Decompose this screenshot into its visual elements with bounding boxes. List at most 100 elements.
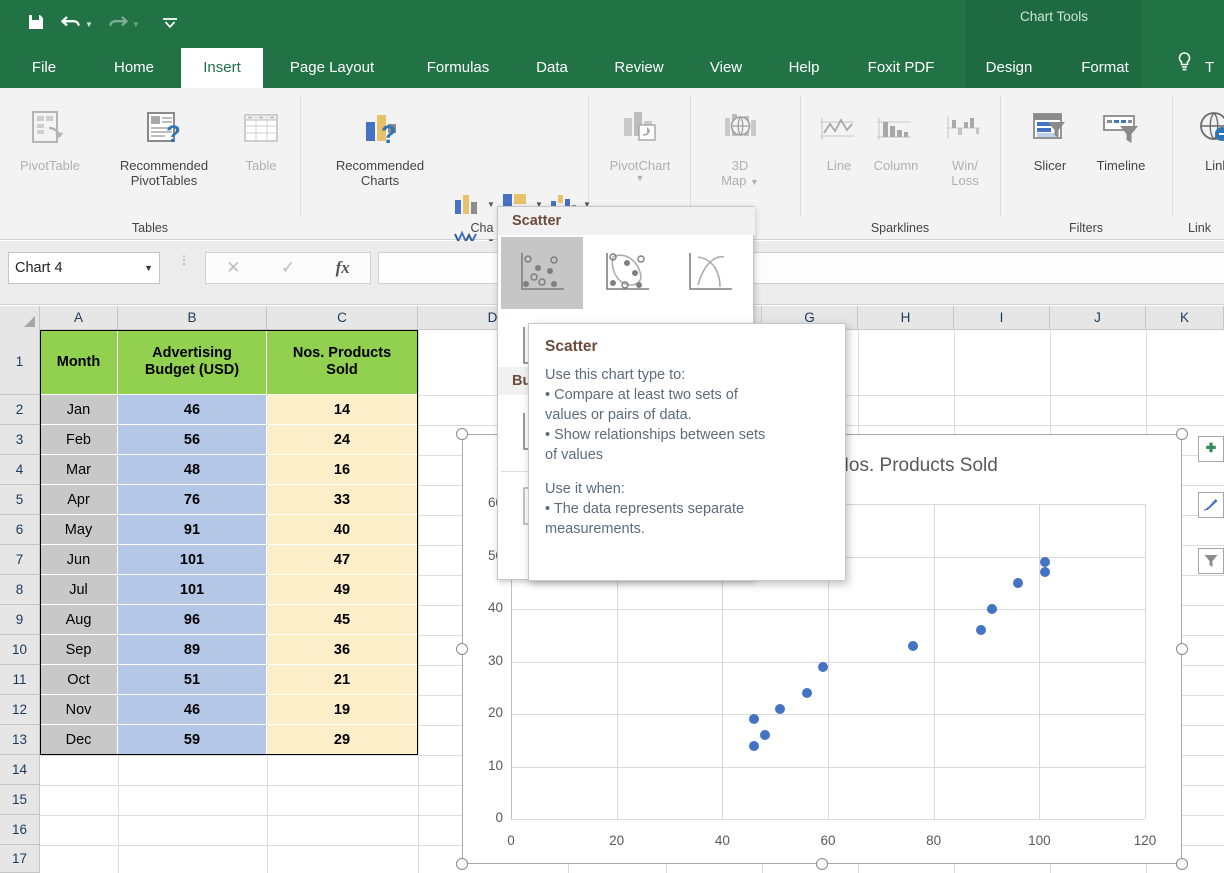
recommended-pivottables-button[interactable]: ? RecommendedPivotTables	[98, 100, 230, 188]
cell-C13[interactable]: 29	[267, 725, 417, 754]
chart-resize-handle[interactable]	[456, 428, 468, 440]
cell-A12[interactable]: Nov	[40, 695, 117, 724]
row-header-12[interactable]: 12	[0, 695, 40, 725]
timeline-button[interactable]: Timeline	[1082, 100, 1160, 173]
tell-me-lightbulb-icon[interactable]	[1176, 48, 1193, 88]
cell-A3[interactable]: Feb	[40, 425, 117, 454]
recommended-charts-button[interactable]: ? RecommendedCharts	[310, 100, 450, 188]
cell-header-B1[interactable]: AdvertisingBudget (USD)	[118, 330, 266, 394]
save-button[interactable]	[26, 12, 46, 36]
cell-B2[interactable]: 46	[118, 395, 266, 424]
chart-data-point[interactable]	[1040, 557, 1050, 567]
chart-resize-handle[interactable]	[816, 858, 828, 870]
gallery-item-scatter-smooth-lines[interactable]	[669, 237, 751, 309]
pivotchart-button[interactable]: PivotChart ▼	[592, 100, 688, 186]
row-header-7[interactable]: 7	[0, 545, 40, 575]
column-header-C[interactable]: C	[267, 306, 418, 330]
row-header-14[interactable]: 14	[0, 755, 40, 785]
row-header-16[interactable]: 16	[0, 815, 40, 845]
cell-A4[interactable]: Mar	[40, 455, 117, 484]
cell-B9[interactable]: 96	[118, 605, 266, 634]
chart-data-point[interactable]	[749, 714, 759, 724]
chart-data-point[interactable]	[976, 625, 986, 635]
cell-C12[interactable]: 19	[267, 695, 417, 724]
column-header-J[interactable]: J	[1050, 306, 1146, 330]
cell-A7[interactable]: Jun	[40, 545, 117, 574]
row-header-13[interactable]: 13	[0, 725, 40, 755]
cell-C5[interactable]: 33	[267, 485, 417, 514]
tab-page-layout[interactable]: Page Layout	[269, 48, 395, 88]
chart-filters-button[interactable]	[1198, 548, 1224, 574]
chart-elements-button[interactable]	[1198, 436, 1224, 462]
customize-quick-access-button[interactable]	[160, 15, 180, 34]
sparkline-winloss-button[interactable]: Win/Loss	[932, 100, 998, 188]
row-header-8[interactable]: 8	[0, 575, 40, 605]
cell-C10[interactable]: 36	[267, 635, 417, 664]
select-all-button[interactable]	[0, 306, 40, 330]
sparkline-column-button[interactable]: Column	[860, 100, 932, 173]
chart-resize-handle[interactable]	[1176, 858, 1188, 870]
row-header-2[interactable]: 2	[0, 395, 40, 425]
gallery-item-scatter-smooth-lines-markers[interactable]	[586, 237, 668, 309]
cell-B13[interactable]: 59	[118, 725, 266, 754]
pivotchart-caret[interactable]: ▼	[592, 171, 688, 186]
cell-B11[interactable]: 51	[118, 665, 266, 694]
cell-C2[interactable]: 14	[267, 395, 417, 424]
enter-formula-icon[interactable]: ✓	[281, 258, 295, 278]
tab-foxit-pdf[interactable]: Foxit PDF	[849, 48, 953, 88]
row-header-5[interactable]: 5	[0, 485, 40, 515]
chart-data-point[interactable]	[818, 662, 828, 672]
chart-data-point[interactable]	[1040, 567, 1050, 577]
tab-home[interactable]: Home	[96, 48, 172, 88]
cell-B3[interactable]: 56	[118, 425, 266, 454]
column-header-I[interactable]: I	[954, 306, 1050, 330]
chart-styles-button[interactable]	[1198, 492, 1224, 518]
tab-file[interactable]: File	[14, 48, 74, 88]
chart-data-point[interactable]	[749, 741, 759, 751]
chevron-down-icon[interactable]: ▼	[487, 200, 495, 209]
row-header-4[interactable]: 4	[0, 455, 40, 485]
cell-C3[interactable]: 24	[267, 425, 417, 454]
chart-data-point[interactable]	[775, 704, 785, 714]
cell-header-C1[interactable]: Nos. ProductsSold	[267, 330, 417, 394]
chart-resize-handle[interactable]	[1176, 428, 1188, 440]
column-chart-button[interactable]: ▼	[452, 191, 495, 217]
chart-data-point[interactable]	[802, 688, 812, 698]
cell-C9[interactable]: 45	[267, 605, 417, 634]
tab-help[interactable]: Help	[771, 48, 837, 88]
cell-B6[interactable]: 91	[118, 515, 266, 544]
chart-data-point[interactable]	[908, 641, 918, 651]
chevron-down-icon[interactable]: ▼	[144, 263, 153, 273]
name-box[interactable]: Chart 4 ▼	[8, 252, 160, 284]
tab-insert[interactable]: Insert	[181, 48, 263, 88]
cell-A2[interactable]: Jan	[40, 395, 117, 424]
undo-dropdown-caret[interactable]: ▼	[85, 20, 93, 29]
cell-A13[interactable]: Dec	[40, 725, 117, 754]
column-header-A[interactable]: A	[40, 306, 118, 330]
tab-formulas[interactable]: Formulas	[405, 48, 511, 88]
row-header-10[interactable]: 10	[0, 635, 40, 665]
column-header-B[interactable]: B	[118, 306, 267, 330]
tab-review[interactable]: Review	[596, 48, 682, 88]
chart-resize-handle[interactable]	[456, 643, 468, 655]
row-header-17[interactable]: 17	[0, 845, 40, 873]
row-header-3[interactable]: 3	[0, 425, 40, 455]
tab-design[interactable]: Design	[970, 48, 1048, 88]
chart-data-point[interactable]	[987, 604, 997, 614]
tab-view[interactable]: View	[695, 48, 757, 88]
cell-A10[interactable]: Sep	[40, 635, 117, 664]
cancel-formula-icon[interactable]: ✕	[226, 258, 240, 278]
cell-B8[interactable]: 101	[118, 575, 266, 604]
tab-format[interactable]: Format	[1064, 48, 1146, 88]
3d-map-button[interactable]: 3DMap ▼	[704, 100, 776, 190]
cell-C6[interactable]: 40	[267, 515, 417, 544]
cell-B10[interactable]: 89	[118, 635, 266, 664]
table-button[interactable]: Table	[232, 100, 290, 173]
tell-me-label[interactable]: T	[1205, 48, 1214, 88]
cell-A6[interactable]: May	[40, 515, 117, 544]
chart-data-point[interactable]	[760, 730, 770, 740]
cell-A11[interactable]: Oct	[40, 665, 117, 694]
cell-B4[interactable]: 48	[118, 455, 266, 484]
undo-button[interactable]: ▼	[60, 13, 93, 35]
gallery-item-scatter-plain[interactable]	[501, 237, 583, 309]
